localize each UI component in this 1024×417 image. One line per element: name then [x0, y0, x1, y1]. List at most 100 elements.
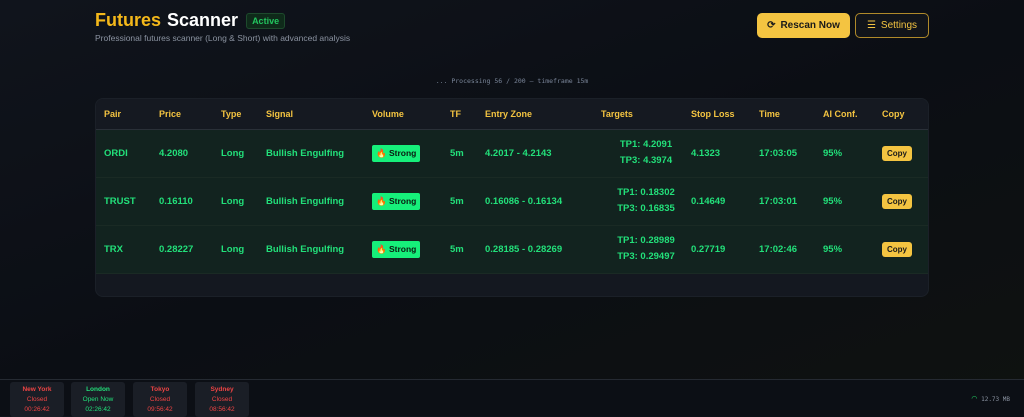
refresh-icon: ⟳ [767, 20, 776, 31]
session-time: 09:56:42 [147, 406, 173, 413]
session-status: Closed [26, 396, 48, 403]
session-name: New York [22, 386, 52, 393]
time: 17:03:01 [759, 177, 823, 226]
tp1: TP1: 0.18302 [617, 187, 675, 198]
column-header: Time [759, 99, 823, 130]
volume-badge: 🔥 Strong [372, 192, 421, 210]
session-status: Closed [211, 396, 233, 403]
tp3: TP3: 0.16835 [617, 203, 675, 214]
column-header: Volume [372, 99, 450, 130]
tp1: TP1: 4.2091 [619, 139, 673, 150]
session-card: New York Closed 00:26:42 [10, 382, 64, 417]
column-header: Signal [266, 99, 372, 130]
page-title: Futures Scanner Active [95, 10, 286, 31]
session-card: Sydney Closed 08:56:42 [195, 382, 249, 417]
table-row: TRX 0.28227 Long Bullish Engulfing 🔥 Str… [96, 225, 928, 274]
session-time: 00:26:42 [24, 406, 50, 413]
column-header: Entry Zone [485, 99, 601, 130]
entry-zone: 4.2017 - 4.2143 [485, 129, 601, 178]
fire-icon: 🔥 [376, 147, 387, 158]
status-badge: Active [246, 12, 286, 29]
copy-button[interactable]: Copy [882, 145, 912, 161]
type: Long [221, 177, 266, 226]
sliders-icon: ☰ [866, 20, 876, 31]
ai-confidence: 95% [823, 177, 882, 226]
volume-badge: 🔥 Strong [372, 144, 421, 162]
session-card: London Open Now 02:26:42 [71, 382, 125, 417]
footer: New York Closed 00:26:42 London Open Now… [0, 379, 1024, 417]
session-name: London [86, 386, 110, 393]
type: Long [221, 129, 266, 178]
signals-table: Pair Price Type Signal Volume TF Entry Zone Tar… [95, 98, 929, 297]
copy-cell: Copy [882, 129, 928, 178]
title-scanner: Scanner [167, 10, 239, 30]
stop-loss: 0.14649 [691, 177, 759, 226]
volume-cell: 🔥 Strong [372, 225, 450, 274]
entry-zone: 0.28185 - 0.28269 [485, 225, 601, 274]
column-header: TF [450, 99, 485, 130]
type: Long [221, 225, 266, 274]
copy-cell: Copy [882, 225, 928, 274]
stop-loss: 0.27719 [691, 225, 759, 274]
targets: TP1: 0.28989 TP3: 0.29497 [601, 225, 691, 274]
title-futures: Futures [95, 10, 162, 30]
session-name: Tokyo [150, 386, 170, 393]
volume-cell: 🔥 Strong [372, 177, 450, 226]
pair[interactable]: TRX [96, 225, 159, 274]
entry-zone: 0.16086 - 0.16134 [485, 177, 601, 226]
copy-cell: Copy [882, 177, 928, 226]
tp3: TP3: 0.29497 [617, 251, 675, 262]
network-status: ◠ 12.73 MB [972, 394, 1010, 404]
table-row: TRUST 0.16110 Long Bullish Engulfing 🔥 S… [96, 177, 928, 226]
price: 0.28227 [159, 225, 221, 274]
price: 0.16110 [159, 177, 221, 226]
session-name: Sydney [210, 386, 234, 393]
timeframe: 5m [450, 129, 485, 178]
time: 17:02:46 [759, 225, 823, 274]
memory-usage: 12.73 MB [981, 395, 1010, 403]
ai-confidence: 95% [823, 129, 882, 178]
column-header: Price [159, 99, 221, 130]
volume-badge: 🔥 Strong [372, 240, 421, 258]
pair[interactable]: ORDI [96, 129, 159, 178]
session-time: 02:26:42 [85, 406, 111, 413]
fire-icon: 🔥 [376, 195, 387, 206]
table-row: ORDI 4.2080 Long Bullish Engulfing 🔥 Str… [96, 129, 928, 178]
column-header: Pair [96, 99, 159, 130]
subtitle: Professional futures scanner (Long & Sho… [95, 33, 351, 43]
rescan-label: Rescan Now [780, 20, 840, 31]
signal: Bullish Engulfing [266, 129, 372, 178]
timeframe: 5m [450, 225, 485, 274]
signal: Bullish Engulfing [266, 225, 372, 274]
session-card: Tokyo Closed 09:56:42 [133, 382, 187, 417]
column-header: Copy [882, 99, 928, 130]
targets: TP1: 0.18302 TP3: 0.16835 [601, 177, 691, 226]
volume-label: Strong [388, 195, 417, 206]
session-status: Closed [149, 396, 171, 403]
stop-loss: 4.1323 [691, 129, 759, 178]
column-header: Type [221, 99, 266, 130]
rescan-button[interactable]: ⟳ Rescan Now [757, 13, 850, 38]
pair[interactable]: TRUST [96, 177, 159, 226]
signal: Bullish Engulfing [266, 177, 372, 226]
progress-text: ... Processing 56 / 200 — timeframe 15m [435, 77, 589, 85]
session-status: Open Now [82, 396, 114, 403]
ai-confidence: 95% [823, 225, 882, 274]
volume-cell: 🔥 Strong [372, 129, 450, 178]
column-header: AI Conf. [823, 99, 882, 130]
settings-button[interactable]: ☰ Settings [855, 13, 929, 38]
volume-label: Strong [388, 147, 417, 158]
copy-button[interactable]: Copy [882, 241, 912, 257]
session-time: 08:56:42 [209, 406, 235, 413]
tp1: TP1: 0.28989 [617, 235, 675, 246]
targets: TP1: 4.2091 TP3: 4.3974 [601, 129, 691, 178]
column-header: Targets [601, 99, 691, 130]
time: 17:03:05 [759, 129, 823, 178]
settings-label: Settings [880, 20, 918, 31]
volume-label: Strong [388, 243, 417, 254]
fire-icon: 🔥 [376, 243, 387, 254]
tp3: TP3: 4.3974 [619, 155, 673, 166]
timeframe: 5m [450, 177, 485, 226]
wifi-icon: ◠ [971, 394, 978, 404]
copy-button[interactable]: Copy [882, 193, 912, 209]
